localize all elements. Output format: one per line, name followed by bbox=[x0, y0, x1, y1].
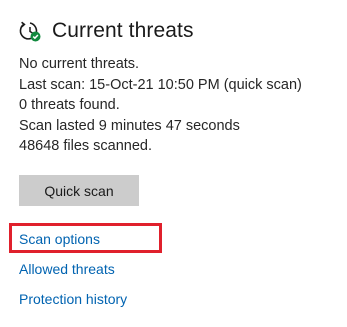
scan-options-link[interactable]: Scan options bbox=[19, 231, 100, 247]
files-scanned-text: 48648 files scanned. bbox=[19, 138, 153, 154]
quick-scan-button[interactable]: Quick scan bbox=[19, 175, 139, 206]
threats-found-text: 0 threats found. bbox=[19, 97, 120, 113]
current-threats-header: Current threats bbox=[18, 14, 194, 48]
scan-duration-text: Scan lasted 9 minutes 47 seconds bbox=[19, 117, 240, 134]
virus-scan-icon bbox=[18, 19, 42, 43]
last-scan-text: Last scan: 15-Oct-21 10:50 PM (quick sca… bbox=[19, 76, 302, 93]
allowed-threats-link[interactable]: Allowed threats bbox=[19, 261, 115, 277]
page-title: Current threats bbox=[52, 19, 194, 42]
scan-status-block: No current threats. Last scan: 15-Oct-21… bbox=[19, 54, 302, 157]
no-threats-text: No current threats. bbox=[19, 56, 140, 72]
protection-history-link[interactable]: Protection history bbox=[19, 291, 127, 307]
